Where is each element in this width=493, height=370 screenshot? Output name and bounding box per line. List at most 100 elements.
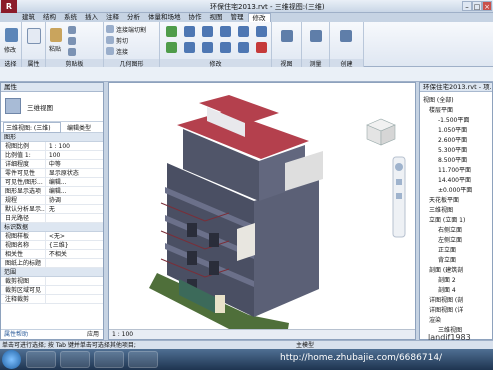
- tree-item[interactable]: 楼层平面: [429, 105, 453, 114]
- scissors-icon: [106, 36, 114, 44]
- navigation-bar: [392, 156, 406, 238]
- join-button[interactable]: 连接: [116, 47, 128, 56]
- tree-item[interactable]: 11.700平面: [438, 165, 471, 174]
- instance-selector[interactable]: 三维视图: (三维): [3, 121, 61, 133]
- start-button[interactable]: [2, 350, 21, 369]
- checkbox[interactable]: [46, 277, 49, 285]
- group-identity[interactable]: 标识数据: [1, 223, 103, 232]
- tree-item[interactable]: 2.600平面: [438, 135, 467, 144]
- modify-arrow-icon[interactable]: [5, 28, 18, 42]
- tree-item[interactable]: 正立面: [438, 245, 456, 254]
- tree-item[interactable]: 14.400平面: [438, 175, 471, 184]
- tab-view[interactable]: 视图: [206, 13, 227, 22]
- mirror-icon[interactable]: [202, 26, 213, 37]
- apply-button[interactable]: 应用: [87, 330, 99, 340]
- properties-help-link[interactable]: 属性帮助: [4, 331, 28, 338]
- browser-title: 环保住宅2013.rvt - 项...: [420, 83, 492, 92]
- tree-item[interactable]: 1.050平面: [438, 125, 467, 134]
- split-icon[interactable]: [220, 26, 231, 37]
- tab-analyze[interactable]: 分析: [123, 13, 144, 22]
- tree-item[interactable]: 天花板平面: [429, 195, 459, 204]
- 3d-viewport[interactable]: 1 : 100: [108, 82, 416, 340]
- measure-icon[interactable]: [310, 30, 322, 42]
- tree-item[interactable]: 立面 (立面 1): [429, 215, 465, 224]
- properties-icon[interactable]: [27, 28, 41, 44]
- tab-structure[interactable]: 结构: [39, 13, 60, 22]
- scale-selector[interactable]: 1 : 100: [112, 331, 133, 338]
- scale-icon[interactable]: [238, 42, 249, 53]
- tab-massing[interactable]: 体量和场地: [144, 13, 185, 22]
- group-extents[interactable]: 范围: [1, 268, 103, 277]
- tab-systems[interactable]: 系统: [60, 13, 81, 22]
- panel-label-properties: 属性: [22, 59, 45, 68]
- tree-item[interactable]: 剖面 2: [438, 275, 456, 284]
- cut-geometry-button[interactable]: 剪切: [116, 36, 128, 45]
- tree-item[interactable]: 剖面 (建筑剖: [429, 265, 463, 274]
- taskbar-app[interactable]: [128, 351, 158, 368]
- align-icon[interactable]: [166, 26, 177, 37]
- offset-icon[interactable]: [184, 26, 195, 37]
- tree-item[interactable]: -1.500平面: [438, 115, 469, 124]
- prop-row: 图形显示选项 编辑...: [1, 187, 103, 196]
- close-icon[interactable]: ×: [482, 1, 492, 11]
- panel-select: 修改 选择: [0, 22, 22, 68]
- tab-insert[interactable]: 插入: [81, 13, 102, 22]
- taskbar-app[interactable]: [94, 351, 124, 368]
- edit-type-button[interactable]: 编辑类型: [67, 123, 91, 132]
- tree-item[interactable]: 5.300平面: [438, 145, 467, 154]
- copy-element-icon[interactable]: [184, 42, 195, 53]
- tab-collaborate[interactable]: 协作: [185, 13, 206, 22]
- tree-item[interactable]: 剖面 4: [438, 285, 456, 294]
- copy-icon[interactable]: [68, 26, 76, 34]
- taskbar-app[interactable]: [26, 351, 56, 368]
- rotate-icon[interactable]: [202, 42, 213, 53]
- checkbox[interactable]: [46, 295, 49, 303]
- options-bar: [0, 67, 493, 82]
- prop-row: 零件可见性 显示原状态: [1, 169, 103, 178]
- prop-row: 默认分析显示... 无: [1, 205, 103, 214]
- delete-icon[interactable]: [256, 42, 267, 53]
- tree-item[interactable]: 详图视图 (详: [429, 305, 463, 314]
- minimize-icon[interactable]: –: [462, 1, 472, 11]
- tree-item[interactable]: 视图 (全部): [423, 95, 454, 104]
- url-watermark: http://home.zhubajie.com/6686714/: [280, 353, 443, 363]
- status-bar: 单击可进行选择; 按 Tab 键并单击可选择其他项目; 主模型 landif19…: [0, 333, 493, 349]
- tab-manage[interactable]: 管理: [227, 13, 248, 22]
- tree-item[interactable]: 详图视图 (剖: [429, 295, 463, 304]
- match-icon[interactable]: [68, 48, 76, 56]
- panel-measure: 测量: [302, 22, 330, 68]
- view-icon[interactable]: [281, 30, 293, 42]
- taskbar-app[interactable]: [60, 351, 90, 368]
- prop-row: 详细程度 中等: [1, 160, 103, 169]
- trim-icon[interactable]: [220, 42, 231, 53]
- create-group-icon[interactable]: [340, 30, 352, 42]
- tab-architecture[interactable]: 建筑: [18, 13, 39, 22]
- group-graphics[interactable]: 图形: [1, 133, 103, 142]
- paste-icon[interactable]: [50, 28, 62, 42]
- tree-item[interactable]: 渲染: [429, 315, 441, 324]
- tree-item[interactable]: 三维视图: [429, 205, 453, 214]
- array-icon[interactable]: [238, 26, 249, 37]
- type-selector[interactable]: 三维视图: [1, 92, 103, 122]
- tab-modify[interactable]: 修改: [247, 13, 271, 22]
- tree-item[interactable]: 右侧立面: [438, 225, 462, 234]
- building-model[interactable]: [109, 83, 417, 341]
- checkbox[interactable]: [46, 286, 49, 294]
- panel-label-measure: 测量: [302, 59, 329, 68]
- application-menu-button[interactable]: R: [1, 0, 17, 13]
- tree-item[interactable]: 背立面: [438, 255, 456, 264]
- modify-label: 修改: [4, 47, 17, 54]
- tab-annotate[interactable]: 注释: [102, 13, 123, 22]
- tree-item[interactable]: 8.500平面: [438, 155, 467, 164]
- maximize-icon[interactable]: □: [472, 1, 482, 11]
- view-instance-row: 三维视图: (三维) 编辑类型: [1, 121, 103, 133]
- prop-row: 规程 协调: [1, 196, 103, 205]
- tree-item[interactable]: ±0.000平面: [438, 185, 472, 194]
- move-icon[interactable]: [166, 42, 177, 53]
- cut-icon[interactable]: [68, 37, 76, 45]
- panel-modify: 修改: [160, 22, 272, 68]
- view-cube: [366, 118, 396, 146]
- tree-item[interactable]: 左侧立面: [438, 235, 462, 244]
- connect-cut-button[interactable]: 连接端切割: [116, 25, 146, 34]
- pin-icon[interactable]: [256, 26, 267, 37]
